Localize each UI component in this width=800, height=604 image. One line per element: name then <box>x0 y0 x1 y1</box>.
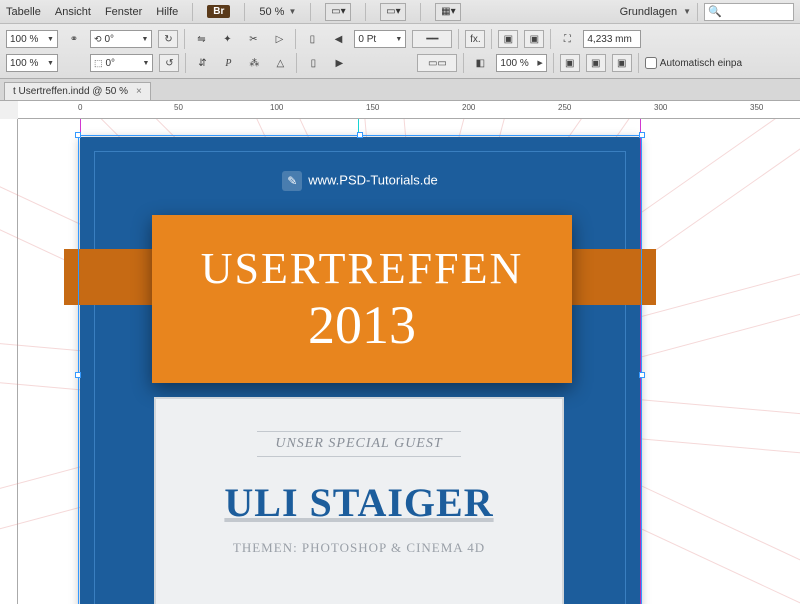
convert-point-icon[interactable]: ▷ <box>269 30 289 48</box>
flip-h-icon[interactable]: ⇋ <box>191 30 211 48</box>
ruler-tick: 100 <box>270 103 283 112</box>
opacity-field[interactable]: 100 %▶ <box>496 54 546 72</box>
separator <box>550 29 551 49</box>
menu-hilfe[interactable]: Hilfe <box>156 6 178 18</box>
separator <box>184 29 185 49</box>
link-icon[interactable] <box>64 54 84 72</box>
text-wrap-shape-icon[interactable]: ▣ <box>560 54 580 72</box>
menu-ansicht[interactable]: Ansicht <box>55 6 91 18</box>
opacity-icon[interactable]: ◧ <box>470 54 490 72</box>
scale-x-field[interactable]: 100 %▼ <box>6 30 58 48</box>
arrange-docs-icon[interactable]: ▦▾ <box>435 3 461 21</box>
search-input[interactable]: 🔍 <box>704 3 794 21</box>
auto-fit-checkbox[interactable]: Automatisch einpa <box>645 57 742 69</box>
align-icon[interactable]: ▯ <box>303 54 323 72</box>
separator <box>310 3 311 21</box>
screen-mode-icon[interactable]: ▭▾ <box>380 3 406 21</box>
text-wrap-bbox-icon[interactable]: ▣ <box>524 30 544 48</box>
separator <box>697 3 698 21</box>
rotate-ccw-icon[interactable]: ↺ <box>159 54 179 72</box>
workspace: ✎www.PSD-Tutorials.de USERTREFFEN 2013 U… <box>0 119 800 604</box>
link-icon[interactable]: ⚭ <box>64 30 84 48</box>
stroke-align-icon[interactable]: ▭▭ <box>417 54 457 72</box>
separator <box>192 3 193 21</box>
anchor-icon[interactable]: △ <box>270 54 290 72</box>
ruler-horizontal[interactable]: 0 50 100 150 200 250 300 350 <box>18 101 800 119</box>
separator <box>463 53 464 73</box>
effects-icon[interactable]: fx. <box>465 30 485 48</box>
workspace-switcher[interactable]: Grundlagen <box>620 6 678 18</box>
rotation-field[interactable]: ⟲0°▼ <box>90 30 152 48</box>
menu-fenster[interactable]: Fenster <box>105 6 142 18</box>
stroke-weight-field[interactable]: 0 Pt▼ <box>354 30 406 48</box>
separator <box>365 3 366 21</box>
type-path-icon[interactable]: P <box>218 54 238 72</box>
separator <box>553 53 554 73</box>
separator <box>296 53 297 73</box>
selection-frame[interactable] <box>78 135 642 604</box>
zoom-level[interactable]: 50 % ▼ <box>259 6 296 18</box>
ruler-tick: 200 <box>462 103 475 112</box>
separator <box>638 53 639 73</box>
search-icon: 🔍 <box>708 5 722 18</box>
menu-tabelle[interactable]: Tabelle <box>6 6 41 18</box>
bridge-icon[interactable]: Br <box>207 5 230 18</box>
ruler-tick: 50 <box>174 103 183 112</box>
scale-y-field[interactable]: 100 %▼ <box>6 54 58 72</box>
close-icon[interactable]: × <box>136 86 142 97</box>
menu-bar: Tabelle Ansicht Fenster Hilfe Br 50 % ▼ … <box>0 0 800 24</box>
separator <box>491 29 492 49</box>
ruler-tick: 350 <box>750 103 763 112</box>
eyedropper-icon[interactable]: ⁂ <box>244 54 264 72</box>
zoom-value: 50 % <box>259 6 284 18</box>
ruler-tick: 250 <box>558 103 571 112</box>
separator <box>185 53 186 73</box>
width-field[interactable]: 4,233 mm <box>583 30 641 48</box>
text-right-icon[interactable]: ▶ <box>329 54 349 72</box>
chevron-down-icon: ▼ <box>683 7 691 16</box>
document-tab-bar: t Usertreffen.indd @ 50 % × <box>0 79 800 101</box>
document-canvas[interactable]: ✎www.PSD-Tutorials.de USERTREFFEN 2013 U… <box>18 119 800 604</box>
star-tool-icon[interactable]: ✦ <box>217 30 237 48</box>
text-wrap-col-icon[interactable]: ▣ <box>612 54 632 72</box>
ruler-tick: 0 <box>78 103 82 112</box>
rotate-cw-icon[interactable]: ↻ <box>158 30 178 48</box>
separator <box>244 3 245 21</box>
crop-icon[interactable]: ⛶ <box>557 30 577 48</box>
view-options-icon[interactable]: ▭▾ <box>325 3 351 21</box>
separator <box>458 29 459 49</box>
shear-field[interactable]: ⬚0°▼ <box>90 54 153 72</box>
text-wrap-jump-icon[interactable]: ▣ <box>586 54 606 72</box>
separator <box>420 3 421 21</box>
scissors-icon[interactable]: ✂ <box>243 30 263 48</box>
ruler-tick: 150 <box>366 103 379 112</box>
text-wrap-none-icon[interactable]: ▣ <box>498 30 518 48</box>
document-tab[interactable]: t Usertreffen.indd @ 50 % × <box>4 82 151 100</box>
flip-v-icon[interactable]: ⇵ <box>192 54 212 72</box>
separator <box>295 29 296 49</box>
ruler-tick: 300 <box>654 103 667 112</box>
stroke-style-icon[interactable]: ━━ <box>412 30 452 48</box>
document-tab-title: t Usertreffen.indd @ 50 % <box>13 86 128 97</box>
control-bar: 100 %▼ ⚭ ⟲0°▼ ↻ ⇋ ✦ ✂ ▷ ▯ ◀ 0 Pt▼ ━━ fx.… <box>0 24 800 79</box>
align-icon[interactable]: ▯ <box>302 30 322 48</box>
text-left-icon[interactable]: ◀ <box>328 30 348 48</box>
chevron-down-icon: ▼ <box>288 7 296 16</box>
